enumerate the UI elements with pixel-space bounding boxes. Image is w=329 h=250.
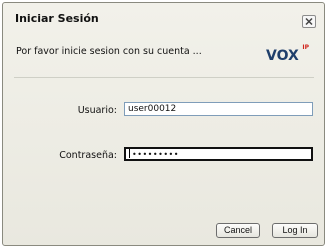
username-label: Usuario:: [77, 105, 117, 116]
close-icon: [305, 17, 313, 26]
logo-accent: IP: [302, 44, 309, 51]
username-input[interactable]: user00012: [124, 102, 313, 116]
password-value: •••••••••: [132, 150, 179, 159]
text-caret: [129, 149, 130, 158]
vox-logo: VOX IP: [266, 44, 309, 64]
close-button[interactable]: [302, 15, 316, 28]
logo-text: VOX: [266, 48, 299, 64]
username-value: user00012: [128, 104, 177, 114]
login-dialog: Iniciar Sesión Por favor inicie sesion c…: [2, 2, 325, 246]
title-bar[interactable]: Iniciar Sesión: [3, 3, 324, 31]
password-input[interactable]: •••••••••: [124, 147, 313, 161]
dialog-title: Iniciar Sesión: [15, 12, 99, 25]
password-label: Contraseña:: [59, 150, 117, 161]
login-instruction: Por favor inicie sesion con su cuenta ..…: [16, 46, 202, 57]
login-button[interactable]: Log In: [272, 223, 318, 238]
divider: [14, 77, 314, 78]
cancel-button[interactable]: Cancel: [216, 223, 260, 238]
